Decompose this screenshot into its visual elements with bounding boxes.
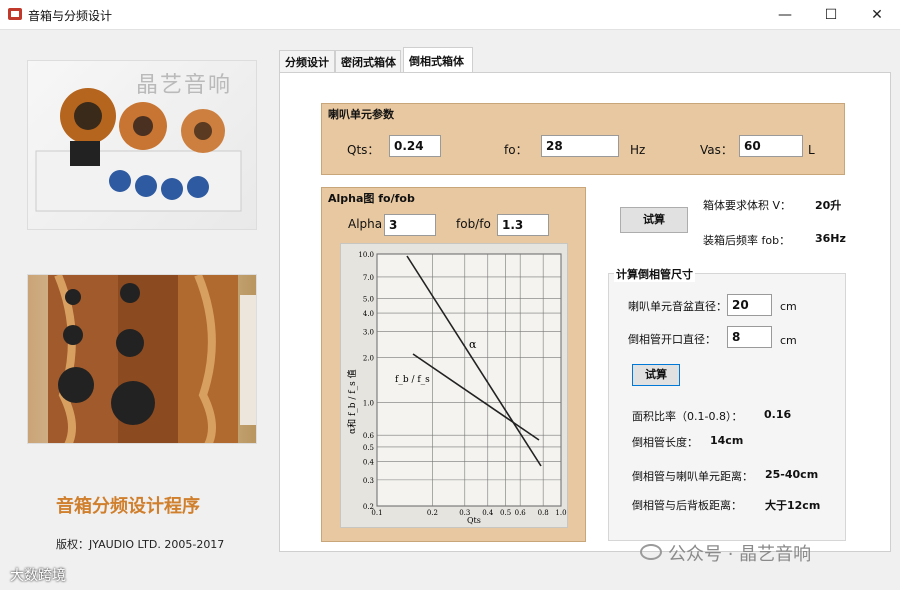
app-icon [8, 8, 22, 20]
chart-x-tick-label: 0.6 [515, 509, 527, 517]
chart-x-tick-label: 0.2 [427, 509, 438, 517]
area-ratio-label: 面积比率（0.1-0.8）： [632, 410, 743, 423]
qts-label: Qts： [347, 143, 380, 157]
maximize-button[interactable]: ☐ [808, 0, 854, 30]
title-bar: 音箱与分频设计 — ☐ ✕ [0, 0, 900, 30]
chart-xlabel: Qts [467, 516, 481, 525]
tab-sealed-box[interactable]: 密闭式箱体 [335, 50, 401, 72]
chart-y-tick-label: 0.6 [363, 432, 375, 440]
fo-label: fo： [504, 143, 528, 157]
port-back-distance-label: 倒相管与后背板距离： [632, 499, 742, 512]
fb-fs-curve-label: f_b / f_s [395, 375, 430, 385]
fobfo-label: fob/fo [456, 217, 491, 231]
window-title: 音箱与分频设计 [28, 9, 113, 23]
chart-y-tick-label: 5.0 [363, 296, 374, 304]
vas-label: Vas： [700, 143, 733, 157]
chart-y-tick-label: 2.0 [363, 355, 374, 363]
crossover-photo: 晶艺音响 [27, 60, 257, 230]
fo-input[interactable]: 28 [541, 135, 619, 157]
alpha-graph-legend: Alpha图 fo/fob [328, 192, 415, 205]
chart-y-tick-label: 0.3 [363, 477, 374, 485]
chart-x-tick-label: 0.8 [538, 509, 549, 517]
alpha-chart: 10.0 7.0 5.0 4.0 3.0 2.0 1.0 0.6 0.5 0.4 0.3 0.2 0.… [340, 243, 568, 528]
port-back-distance-value: 大于12cm [765, 499, 821, 512]
diameter-label: 喇叭单元音盆直径： [628, 300, 727, 313]
chart-y-tick-label: 7.0 [363, 274, 374, 282]
fob-value: 36Hz [815, 232, 846, 245]
port-length-label: 倒相管长度： [632, 436, 698, 449]
fob-label: 装箱后频率 fob： [703, 234, 791, 247]
port-driver-distance-value: 25-40cm [765, 468, 819, 481]
qts-input[interactable]: 0.24 [389, 135, 441, 157]
port-driver-distance-label: 倒相管与喇叭单元距离： [632, 470, 753, 483]
chart-x-tick-label: 0.4 [482, 509, 494, 517]
fobfo-input[interactable]: 1.3 [497, 214, 549, 236]
vas-input[interactable]: 60 [739, 135, 803, 157]
chart-y-ticks: 10.07.05.04.03.02.01.00.60.50.40.30.2 [358, 251, 374, 511]
fo-unit: Hz [630, 143, 646, 157]
volume-label: 箱体要求体积 V： [703, 199, 792, 212]
chart-y-tick-label: 3.0 [363, 329, 374, 337]
close-button[interactable]: ✕ [854, 0, 900, 30]
calculate-port-button[interactable]: 试算 [632, 364, 680, 386]
tab-bass-reflex-box[interactable]: 倒相式箱体 [403, 47, 473, 73]
diameter-input[interactable]: 20 [727, 294, 772, 316]
chart-y-tick-label: 0.5 [363, 444, 374, 452]
port-calc-legend: 计算倒相管尺寸 [614, 266, 695, 282]
chart-x-tick-label: 0.1 [371, 509, 382, 517]
diameter-unit: cm [780, 300, 797, 313]
speaker-photo [27, 274, 257, 444]
port-length-value: 14cm [710, 434, 744, 447]
alpha-label: Alpha [348, 217, 383, 231]
chart-ylabel: α和 f_b / f_s 值 [346, 369, 358, 434]
driver-params-legend: 喇叭单元参数 [328, 108, 394, 121]
chart-y-tick-label: 0.4 [363, 458, 375, 466]
watermark-right: 公众号 · 晶艺音响 [668, 544, 812, 565]
chart-x-tick-label: 0.5 [500, 509, 511, 517]
chart-y-tick-label: 1.0 [363, 399, 374, 407]
minimize-button[interactable]: — [762, 0, 808, 30]
chart-x-tick-label: 1.0 [555, 509, 566, 517]
copyright-text: 版权：JYAUDIO LTD. 2005-2017 [56, 538, 225, 551]
app-name: 音箱分频设计程序 [56, 496, 200, 517]
opening-label: 倒相管开口直径： [628, 333, 716, 346]
wechat-icon [640, 544, 662, 560]
calculate-volume-button[interactable]: 试算 [620, 207, 688, 233]
watermark-logo: 晶艺音响 [136, 73, 233, 98]
chart-y-tick-label: 10.0 [358, 251, 374, 259]
opening-unit: cm [780, 334, 797, 347]
volume-value: 20升 [815, 199, 842, 212]
alpha-curve-label: α [469, 338, 477, 351]
watermark-left: 大数跨境 [10, 568, 66, 584]
vas-unit: L [808, 143, 815, 157]
opening-input[interactable]: 8 [727, 326, 772, 348]
alpha-input[interactable]: 3 [384, 214, 436, 236]
chart-y-tick-label: 4.0 [363, 310, 374, 318]
tab-crossover-design[interactable]: 分频设计 [279, 50, 335, 72]
area-ratio-value: 0.16 [764, 408, 792, 421]
